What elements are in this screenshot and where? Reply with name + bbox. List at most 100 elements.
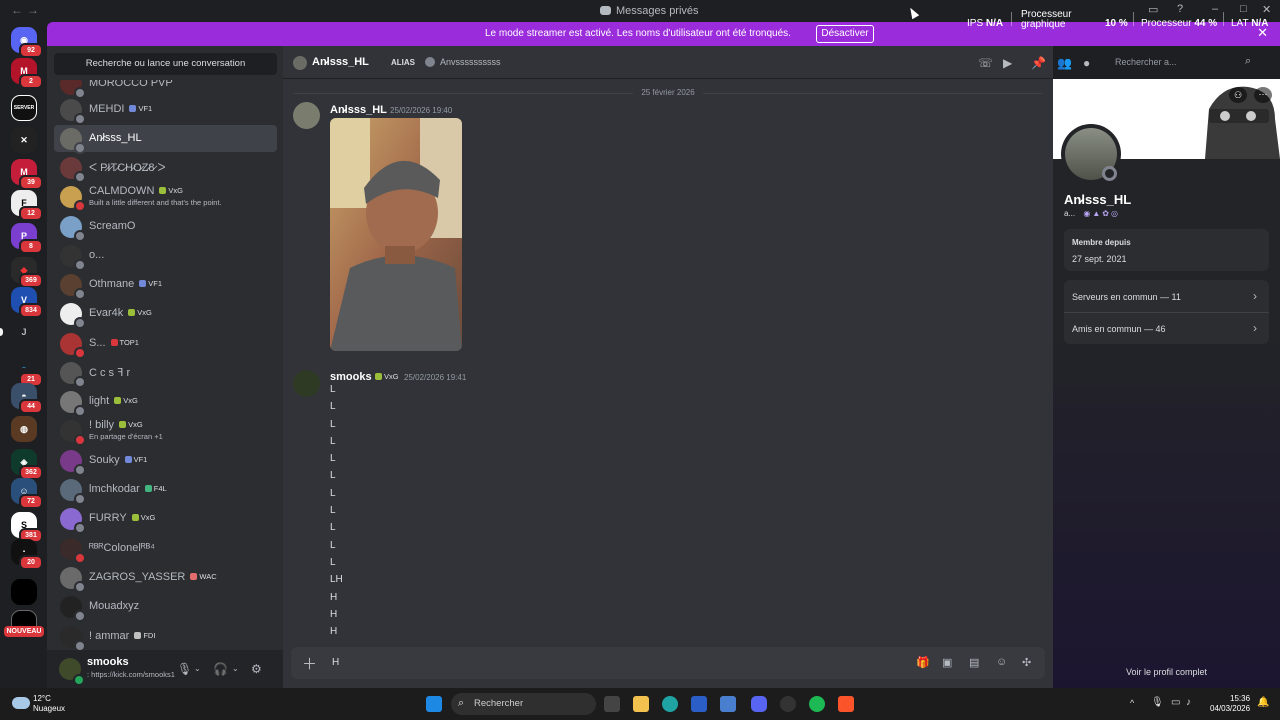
emoji-icon[interactable]: ☺ bbox=[996, 656, 1007, 668]
brave-icon[interactable] bbox=[838, 696, 854, 712]
weather-cloud-icon[interactable] bbox=[12, 697, 30, 709]
taskbar-clock[interactable]: 15:36 04/03/2026 bbox=[1210, 694, 1250, 714]
file-explorer-icon[interactable] bbox=[633, 696, 649, 712]
dm-item[interactable]: S... TOP1 bbox=[54, 330, 277, 359]
direct-messages-icon[interactable]: ◉ 92 bbox=[11, 27, 43, 58]
dm-item[interactable]: MEHDI VF1 bbox=[54, 96, 277, 125]
dm-item[interactable]: ᴿᴮᴿColonelᴿᴮ⁴ bbox=[54, 535, 277, 564]
dm-item[interactable]: An̷lsss_HL bbox=[54, 125, 277, 154]
server-icon[interactable]: ◈ 362 bbox=[11, 449, 43, 480]
add-attachment-icon[interactable]: ＋ bbox=[302, 653, 317, 674]
avatar[interactable] bbox=[293, 102, 320, 129]
server-icon[interactable]: F 12 bbox=[11, 190, 43, 221]
disable-streamer-button[interactable]: Désactiver bbox=[816, 25, 874, 43]
dm-item[interactable]: C c s ꟻ r bbox=[54, 359, 277, 388]
help-icon[interactable]: ? bbox=[1177, 3, 1183, 15]
maximize-icon[interactable]: □ bbox=[1240, 3, 1247, 15]
dm-item[interactable]: ᐸ P̷I̷T̷C̷H̷O̷Z̷8̷ ᐳ bbox=[54, 154, 277, 183]
video-call-icon[interactable]: ▶ bbox=[1003, 56, 1012, 70]
dm-item[interactable]: Souky VF1 bbox=[54, 447, 277, 476]
chevron-right-icon[interactable]: › bbox=[1253, 289, 1257, 303]
chevron-down-icon[interactable]: ⌄ bbox=[194, 664, 201, 673]
more-options-icon[interactable]: ⋯ bbox=[1254, 87, 1272, 103]
mutual-servers[interactable]: Serveurs en commun — 11 bbox=[1072, 292, 1181, 302]
server-icon[interactable] bbox=[11, 579, 37, 605]
dm-item[interactable]: ! ammar FDI bbox=[54, 623, 277, 650]
mutual-friends[interactable]: Amis en commun — 46 bbox=[1072, 324, 1166, 334]
server-icon[interactable]: SERVER bbox=[11, 95, 37, 121]
pin-icon[interactable]: 📌 bbox=[1031, 56, 1046, 70]
voice-call-icon[interactable]: ☏ bbox=[978, 56, 993, 70]
gift-icon[interactable]: 🎁 bbox=[916, 656, 930, 669]
server-icon[interactable]: ◍ bbox=[11, 416, 37, 442]
dm-item[interactable]: MOROCCO PVP bbox=[54, 80, 277, 99]
server-icon[interactable]: ◆ 369 bbox=[11, 257, 43, 288]
add-friend-icon[interactable]: ⚇ bbox=[1229, 87, 1247, 103]
server-icon[interactable]: M2 bbox=[11, 58, 43, 89]
headset-icon[interactable]: 🎧 bbox=[213, 662, 228, 676]
server-icon[interactable]: ~21 bbox=[11, 356, 43, 387]
gif-icon[interactable]: ▣ bbox=[942, 656, 952, 669]
server-icon[interactable]: ✕ bbox=[11, 127, 37, 153]
add-friend-icon[interactable]: 👥 bbox=[1057, 56, 1072, 70]
dm-item[interactable]: o... bbox=[54, 242, 277, 271]
dm-item[interactable]: CALMDOWN VxG Built a little different and … bbox=[54, 183, 277, 212]
dm-item[interactable]: light VxG bbox=[54, 388, 277, 417]
store-icon[interactable] bbox=[691, 696, 707, 712]
task-view-icon[interactable] bbox=[604, 696, 620, 712]
server-icon[interactable]: M 39 bbox=[11, 159, 43, 190]
user-name[interactable]: smooks bbox=[87, 656, 129, 668]
back-arrow-icon[interactable]: ← bbox=[11, 3, 23, 17]
forward-arrow-icon[interactable]: → bbox=[27, 3, 39, 17]
dm-item[interactable]: ZAGROS_YASSER WAC bbox=[54, 564, 277, 593]
weather-widget[interactable]: 12°C Nuageux bbox=[33, 694, 65, 714]
avatar[interactable] bbox=[293, 370, 320, 397]
server-icon[interactable]: S 381 bbox=[11, 512, 43, 543]
avatar[interactable] bbox=[293, 56, 307, 70]
server-icon[interactable]: P8 bbox=[11, 223, 43, 254]
server-icon[interactable]: ▪ 20 bbox=[11, 539, 43, 570]
message-author[interactable]: smooks bbox=[330, 371, 372, 383]
dm-item[interactable]: Mouadxyz bbox=[54, 593, 277, 622]
tray-chevron-up-icon[interactable]: ^ bbox=[1130, 698, 1134, 708]
minimize-icon[interactable]: – bbox=[1212, 3, 1218, 15]
dm-item[interactable]: ScreamO bbox=[54, 213, 277, 242]
apps-icon[interactable]: ✣ bbox=[1022, 656, 1031, 669]
discord-app-icon[interactable] bbox=[751, 696, 767, 712]
dm-item[interactable]: lmchkodar F4L bbox=[54, 476, 277, 505]
close-window-icon[interactable]: ✕ bbox=[1262, 3, 1271, 16]
taskbar-search-input[interactable]: Rechercher bbox=[451, 693, 596, 715]
app-icon[interactable] bbox=[780, 696, 796, 712]
server-icon[interactable]: ◓ 44 bbox=[11, 383, 43, 414]
tray-mic-icon[interactable]: 🎙 bbox=[1151, 697, 1164, 708]
dm-item[interactable]: Othmane VF1 bbox=[54, 271, 277, 300]
edge-icon[interactable] bbox=[662, 696, 678, 712]
composer-text[interactable]: H bbox=[332, 657, 339, 668]
notification-bell-icon[interactable]: 🔔 bbox=[1257, 697, 1269, 708]
chevron-right-icon[interactable]: › bbox=[1253, 321, 1257, 335]
server-icon[interactable]: ☺ 72 bbox=[11, 478, 43, 509]
spotify-icon[interactable] bbox=[809, 696, 825, 712]
inbox-icon[interactable]: ▭ bbox=[1148, 3, 1158, 16]
microphone-icon[interactable]: 🎙 bbox=[177, 662, 192, 676]
tray-volume-icon[interactable]: ♪ bbox=[1186, 697, 1191, 708]
gpu-value: 10 % bbox=[1105, 18, 1128, 29]
profile-icon[interactable]: ● bbox=[1083, 56, 1090, 70]
server-icon[interactable]: V 834 bbox=[11, 287, 43, 318]
start-menu-icon[interactable] bbox=[426, 696, 442, 712]
dm-search-input[interactable]: Recherche ou lance une conversation bbox=[54, 53, 277, 75]
chevron-down-icon[interactable]: ⌄ bbox=[232, 664, 239, 673]
view-full-profile-link[interactable]: Voir le profil complet bbox=[1053, 667, 1280, 677]
message-composer[interactable]: ＋ H 🎁 ▣ ▤ ☺ ✣ bbox=[291, 647, 1045, 679]
settings-gear-icon[interactable]: ⚙ bbox=[251, 662, 262, 676]
chat-search-input[interactable]: Rechercher a... bbox=[1109, 53, 1259, 72]
sticker-icon[interactable]: ▤ bbox=[969, 656, 979, 669]
dm-item[interactable]: FURRY VxG bbox=[54, 505, 277, 534]
message-author[interactable]: An̷lsss_HL bbox=[330, 104, 387, 116]
message-image-attachment[interactable] bbox=[330, 118, 462, 351]
outlook-icon[interactable] bbox=[720, 696, 736, 712]
tray-network-icon[interactable]: ▭ bbox=[1171, 697, 1180, 708]
dm-item[interactable]: Evar4k VxG bbox=[54, 300, 277, 329]
server-folder-letter[interactable]: J bbox=[11, 319, 37, 345]
dm-item[interactable]: ! billy VxG En partage d'écran +1 bbox=[54, 417, 277, 446]
